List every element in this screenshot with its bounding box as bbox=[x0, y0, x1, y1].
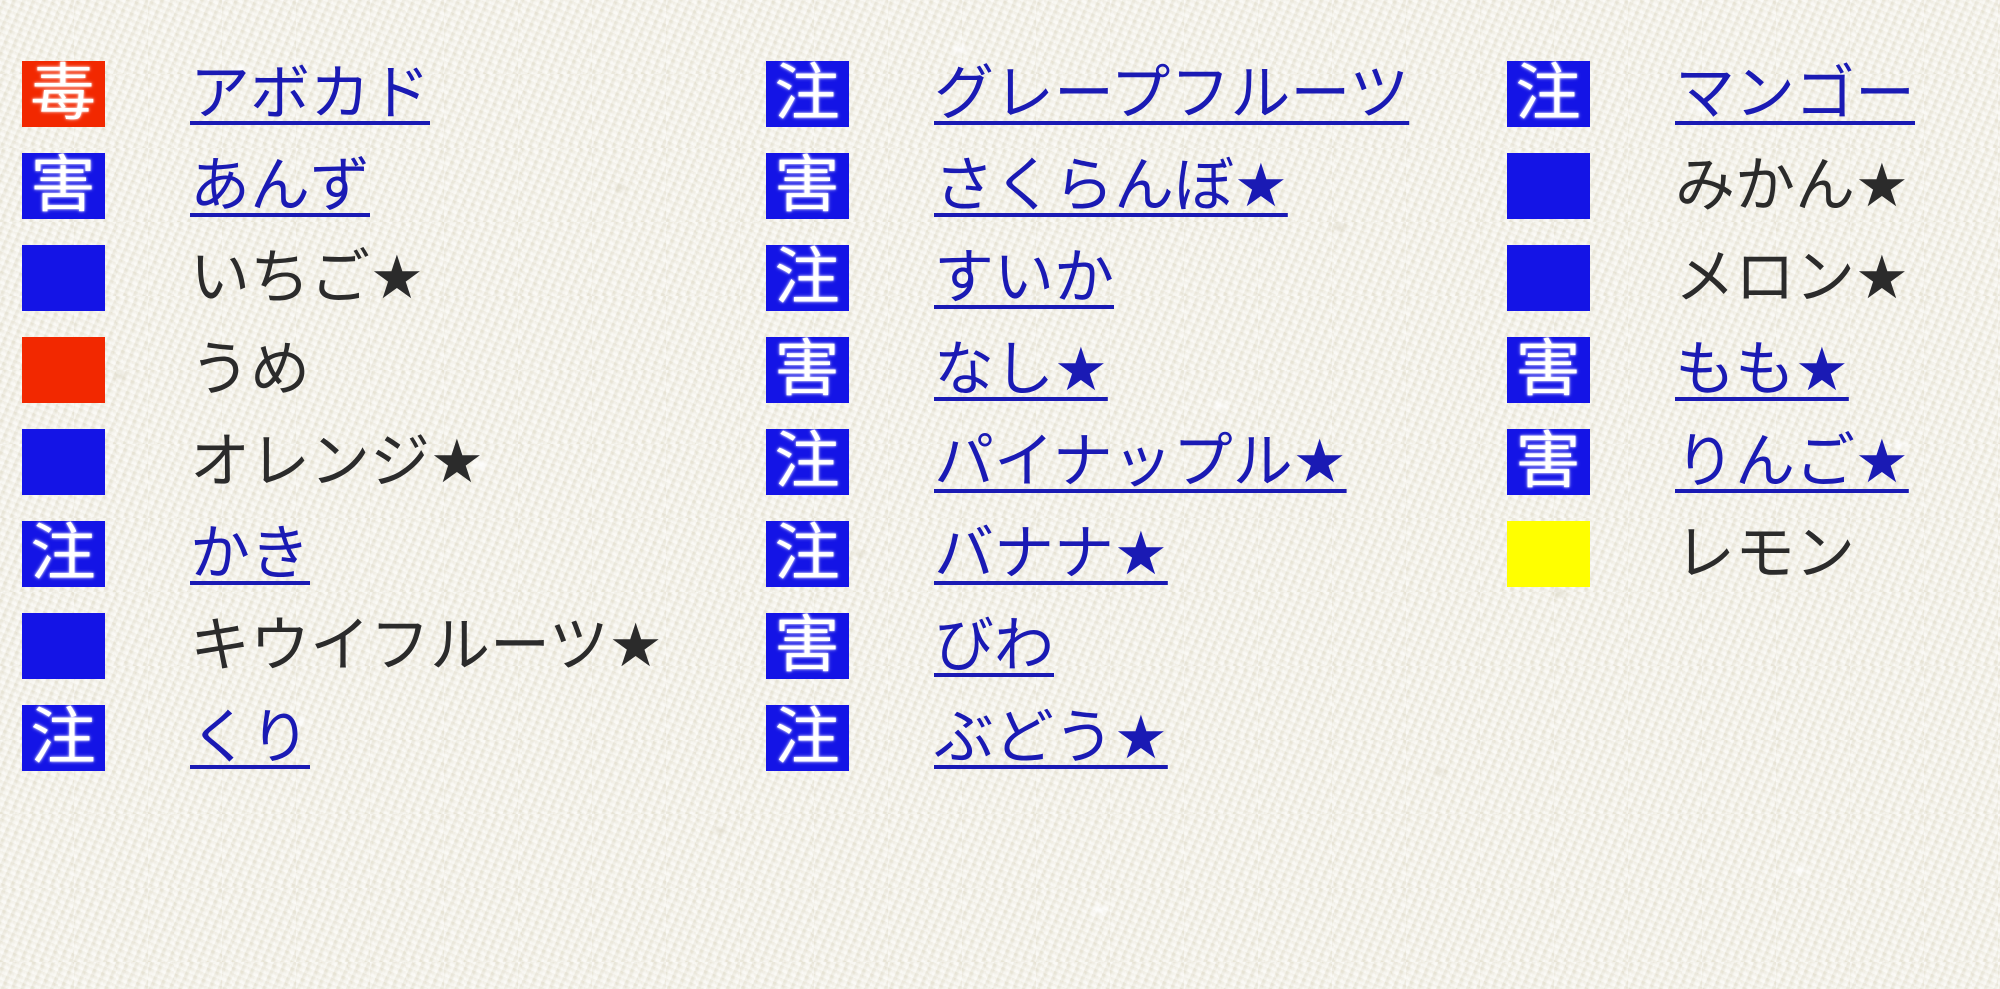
fruit-link[interactable]: びわ bbox=[934, 613, 1054, 679]
marker-glyph: 注 bbox=[774, 705, 841, 771]
fruit-label: オレンジ★ bbox=[190, 427, 484, 497]
fruit-link[interactable]: もも★ bbox=[1675, 337, 1849, 403]
list-item: うめ bbox=[22, 337, 310, 403]
marker-glyph: 害 bbox=[1515, 337, 1582, 403]
fruit-link[interactable]: なし★ bbox=[934, 337, 1108, 403]
list-item: キウイフルーツ★ bbox=[22, 613, 663, 679]
marker-glyph: 害 bbox=[1515, 429, 1582, 495]
harm-marker-icon: 害 bbox=[766, 153, 849, 219]
fruit-label: うめ bbox=[190, 335, 310, 405]
fruit-link[interactable]: マンゴー bbox=[1675, 61, 1915, 127]
yellow-marker-icon bbox=[1507, 521, 1590, 587]
blue-marker-icon bbox=[1507, 245, 1590, 311]
caution-marker-icon: 注 bbox=[766, 61, 849, 127]
caution-marker-icon: 注 bbox=[766, 705, 849, 771]
marker-glyph: 害 bbox=[774, 153, 841, 219]
caution-marker-icon: 注 bbox=[766, 245, 849, 311]
list-item: 害 びわ bbox=[766, 613, 1054, 679]
fruit-link[interactable]: パイナップル★ bbox=[934, 429, 1347, 495]
list-item: 害 もも★ bbox=[1507, 337, 1849, 403]
blue-marker-icon bbox=[22, 613, 105, 679]
marker-glyph: 注 bbox=[774, 61, 841, 127]
list-item: 注 くり bbox=[22, 705, 310, 771]
poison-marker-icon: 毒 bbox=[22, 61, 105, 127]
list-item: 害 なし★ bbox=[766, 337, 1108, 403]
fruit-link[interactable]: かき bbox=[190, 521, 310, 587]
fruit-label: メロン★ bbox=[1675, 243, 1909, 313]
blue-marker-icon bbox=[22, 429, 105, 495]
harm-marker-icon: 害 bbox=[1507, 429, 1590, 495]
marker-glyph: 害 bbox=[30, 153, 97, 219]
list-item: 注 かき bbox=[22, 521, 310, 587]
list-item: レモン bbox=[1507, 521, 1855, 587]
fruit-link[interactable]: さくらんぼ★ bbox=[934, 153, 1288, 219]
red-marker-icon bbox=[22, 337, 105, 403]
blue-marker-icon bbox=[22, 245, 105, 311]
harm-marker-icon: 害 bbox=[766, 613, 849, 679]
list-item: 害 あんず bbox=[22, 153, 370, 219]
fruit-link[interactable]: すいか bbox=[934, 245, 1114, 311]
marker-glyph: 注 bbox=[30, 521, 97, 587]
fruit-link[interactable]: りんご★ bbox=[1675, 429, 1909, 495]
caution-marker-icon: 注 bbox=[1507, 61, 1590, 127]
marker-glyph: 注 bbox=[1515, 61, 1582, 127]
caution-marker-icon: 注 bbox=[22, 521, 105, 587]
list-item: 注 マンゴー bbox=[1507, 61, 1915, 127]
marker-glyph: 害 bbox=[774, 337, 841, 403]
list-item: メロン★ bbox=[1507, 245, 1909, 311]
fruit-link[interactable]: バナナ★ bbox=[934, 521, 1168, 587]
fruit-label: キウイフルーツ★ bbox=[190, 611, 663, 681]
fruit-link[interactable]: アボカド bbox=[190, 61, 430, 127]
list-item: 注 すいか bbox=[766, 245, 1114, 311]
harm-marker-icon: 害 bbox=[1507, 337, 1590, 403]
caution-marker-icon: 注 bbox=[766, 521, 849, 587]
blue-marker-icon bbox=[1507, 153, 1590, 219]
marker-glyph: 注 bbox=[30, 705, 97, 771]
list-item: オレンジ★ bbox=[22, 429, 484, 495]
harm-marker-icon: 害 bbox=[766, 337, 849, 403]
fruit-label: みかん★ bbox=[1675, 151, 1909, 221]
fruit-link[interactable]: ぶどう★ bbox=[934, 705, 1168, 771]
fruit-label: レモン bbox=[1675, 519, 1855, 589]
list-item: 注 グレープフルーツ bbox=[766, 61, 1409, 127]
list-item: みかん★ bbox=[1507, 153, 1909, 219]
fruit-link[interactable]: あんず bbox=[190, 153, 370, 219]
list-item: いちご★ bbox=[22, 245, 424, 311]
fruit-link[interactable]: グレープフルーツ bbox=[934, 61, 1409, 127]
list-item: 害 さくらんぼ★ bbox=[766, 153, 1288, 219]
marker-glyph: 注 bbox=[774, 429, 841, 495]
marker-glyph: 注 bbox=[774, 245, 841, 311]
fruit-link[interactable]: くり bbox=[190, 705, 310, 771]
marker-glyph: 害 bbox=[774, 613, 841, 679]
list-item: 注 パイナップル★ bbox=[766, 429, 1347, 495]
fruit-list-columns: 毒アボカド害あんず いちご★ うめ オレンジ★ 注かき キウイフルーツ★ 注くり注グレープフ… bbox=[0, 0, 2000, 989]
caution-marker-icon: 注 bbox=[766, 429, 849, 495]
marker-glyph: 注 bbox=[774, 521, 841, 587]
fruit-label: いちご★ bbox=[190, 243, 424, 313]
marker-glyph: 毒 bbox=[30, 61, 97, 127]
caution-marker-icon: 注 bbox=[22, 705, 105, 771]
list-item: 毒 アボカド bbox=[22, 61, 430, 127]
list-item: 注 バナナ★ bbox=[766, 521, 1168, 587]
harm-marker-icon: 害 bbox=[22, 153, 105, 219]
list-item: 注 ぶどう★ bbox=[766, 705, 1168, 771]
list-item: 害 りんご★ bbox=[1507, 429, 1909, 495]
